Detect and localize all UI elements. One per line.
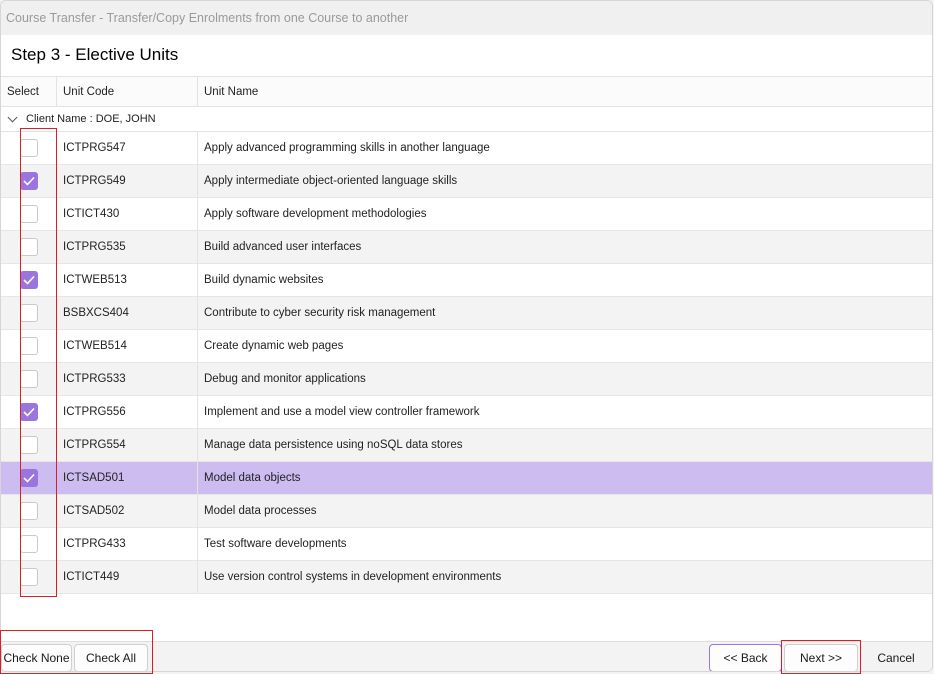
back-button[interactable]: << Back	[709, 644, 782, 671]
unit-name-cell: Model data processes	[204, 505, 317, 517]
select-cell	[1, 297, 57, 329]
unit-name-cell: Debug and monitor applications	[204, 373, 366, 385]
unit-code-cell: BSBXCS404	[57, 297, 198, 329]
grid-header: Select Unit Code Unit Name	[1, 76, 932, 107]
grid-rows: ICTPRG547 Apply advanced programming skil…	[1, 132, 932, 594]
table-row[interactable]: ICTPRG533 Debug and monitor applications	[1, 363, 932, 396]
unit-code-cell: ICTWEB514	[57, 330, 198, 362]
unit-name-cell: Model data objects	[204, 472, 301, 484]
select-cell	[1, 528, 57, 560]
select-checkbox[interactable]	[20, 139, 38, 157]
unit-code-cell: ICTPRG556	[57, 396, 198, 428]
table-row[interactable]: ICTPRG549 Apply intermediate object-orien…	[1, 165, 932, 198]
select-checkbox[interactable]	[20, 436, 38, 454]
unit-code-cell: ICTPRG547	[57, 132, 198, 164]
unit-name-cell: Manage data persistence using noSQL data…	[204, 439, 463, 451]
unit-name-cell: Build advanced user interfaces	[204, 241, 362, 253]
cancel-button[interactable]: Cancel	[860, 644, 932, 671]
unit-code-cell: ICTPRG533	[57, 363, 198, 395]
unit-name-cell: Create dynamic web pages	[204, 340, 344, 352]
select-cell	[1, 165, 57, 197]
checkmark-icon	[23, 176, 35, 186]
select-checkbox[interactable]	[20, 502, 38, 520]
table-row[interactable]: ICTPRG554 Manage data persistence using n…	[1, 429, 932, 462]
course-transfer-window: Course Transfer - Transfer/Copy Enrolmen…	[0, 0, 933, 672]
table-row[interactable]: ICTSAD501 Model data objects	[1, 462, 932, 495]
table-row[interactable]: ICTICT449 Use version control systems in …	[1, 561, 932, 594]
unit-code-cell: ICTPRG433	[57, 528, 198, 560]
unit-code-cell: ICTPRG535	[57, 231, 198, 263]
unit-name-cell: Build dynamic websites	[204, 274, 324, 286]
checkmark-icon	[23, 473, 35, 483]
group-label: Client Name : DOE, JOHN	[26, 113, 156, 125]
unit-name-cell: Apply intermediate object-oriented langu…	[204, 175, 458, 187]
select-cell	[1, 561, 57, 593]
select-cell	[1, 231, 57, 263]
unit-name-cell: Contribute to cyber security risk manage…	[204, 307, 436, 319]
select-cell	[1, 462, 57, 494]
table-row[interactable]: ICTPRG547 Apply advanced programming skil…	[1, 132, 932, 165]
select-cell	[1, 396, 57, 428]
table-row[interactable]: ICTWEB513 Build dynamic websites	[1, 264, 932, 297]
unit-code-cell: ICTPRG549	[57, 165, 198, 197]
select-checkbox[interactable]	[20, 469, 38, 487]
unit-code-cell: ICTWEB513	[57, 264, 198, 296]
unit-code-cell: ICTSAD501	[57, 462, 198, 494]
table-row[interactable]: ICTPRG433 Test software developments	[1, 528, 932, 561]
group-row-client[interactable]: Client Name : DOE, JOHN	[1, 107, 932, 132]
table-row[interactable]: ICTSAD502 Model data processes	[1, 495, 932, 528]
select-checkbox[interactable]	[20, 304, 38, 322]
checkmark-icon	[23, 275, 35, 285]
next-button[interactable]: Next >>	[784, 644, 858, 671]
checkmark-icon	[23, 407, 35, 417]
table-row[interactable]: ICTPRG556 Implement and use a model view …	[1, 396, 932, 429]
window-title: Course Transfer - Transfer/Copy Enrolmen…	[6, 11, 409, 25]
unit-name-cell: Implement and use a model view controlle…	[204, 406, 480, 418]
unit-code-cell: ICTSAD502	[57, 495, 198, 527]
table-row[interactable]: BSBXCS404 Contribute to cyber security ri…	[1, 297, 932, 330]
table-row[interactable]: ICTPRG535 Build advanced user interfaces	[1, 231, 932, 264]
window-titlebar: Course Transfer - Transfer/Copy Enrolmen…	[1, 1, 932, 35]
select-cell	[1, 198, 57, 230]
unit-name-cell: Apply software development methodologies	[204, 208, 427, 220]
page-title: Step 3 - Elective Units	[1, 35, 932, 75]
select-cell	[1, 264, 57, 296]
select-cell	[1, 132, 57, 164]
table-row[interactable]: ICTICT430 Apply software development meth…	[1, 198, 932, 231]
select-checkbox[interactable]	[20, 205, 38, 223]
unit-code-cell: ICTICT449	[57, 561, 198, 593]
select-checkbox[interactable]	[20, 238, 38, 256]
select-cell	[1, 363, 57, 395]
elective-units-grid: Select Unit Code Unit Name Client Name :…	[1, 76, 932, 594]
unit-name-cell: Use version control systems in developme…	[204, 571, 502, 583]
select-checkbox[interactable]	[20, 568, 38, 586]
table-row[interactable]: ICTWEB514 Create dynamic web pages	[1, 330, 932, 363]
select-cell	[1, 330, 57, 362]
column-header-select[interactable]: Select	[1, 77, 57, 106]
chevron-down-icon[interactable]	[7, 112, 18, 122]
check-all-button[interactable]: Check All	[74, 644, 148, 671]
check-none-button[interactable]: Check None	[1, 644, 72, 671]
select-checkbox[interactable]	[20, 172, 38, 190]
column-header-unit-name[interactable]: Unit Name	[198, 77, 932, 106]
select-cell	[1, 495, 57, 527]
column-header-unit-code[interactable]: Unit Code	[57, 77, 198, 106]
unit-code-cell: ICTPRG554	[57, 429, 198, 461]
select-checkbox[interactable]	[20, 271, 38, 289]
select-checkbox[interactable]	[20, 403, 38, 421]
select-checkbox[interactable]	[20, 535, 38, 553]
unit-name-cell: Test software developments	[204, 538, 347, 550]
unit-code-cell: ICTICT430	[57, 198, 198, 230]
select-checkbox[interactable]	[20, 370, 38, 388]
footer-bar: Check None Check All << Back Next >> Can…	[1, 641, 932, 671]
select-cell	[1, 429, 57, 461]
select-checkbox[interactable]	[20, 337, 38, 355]
unit-name-cell: Apply advanced programming skills in ano…	[204, 142, 490, 154]
